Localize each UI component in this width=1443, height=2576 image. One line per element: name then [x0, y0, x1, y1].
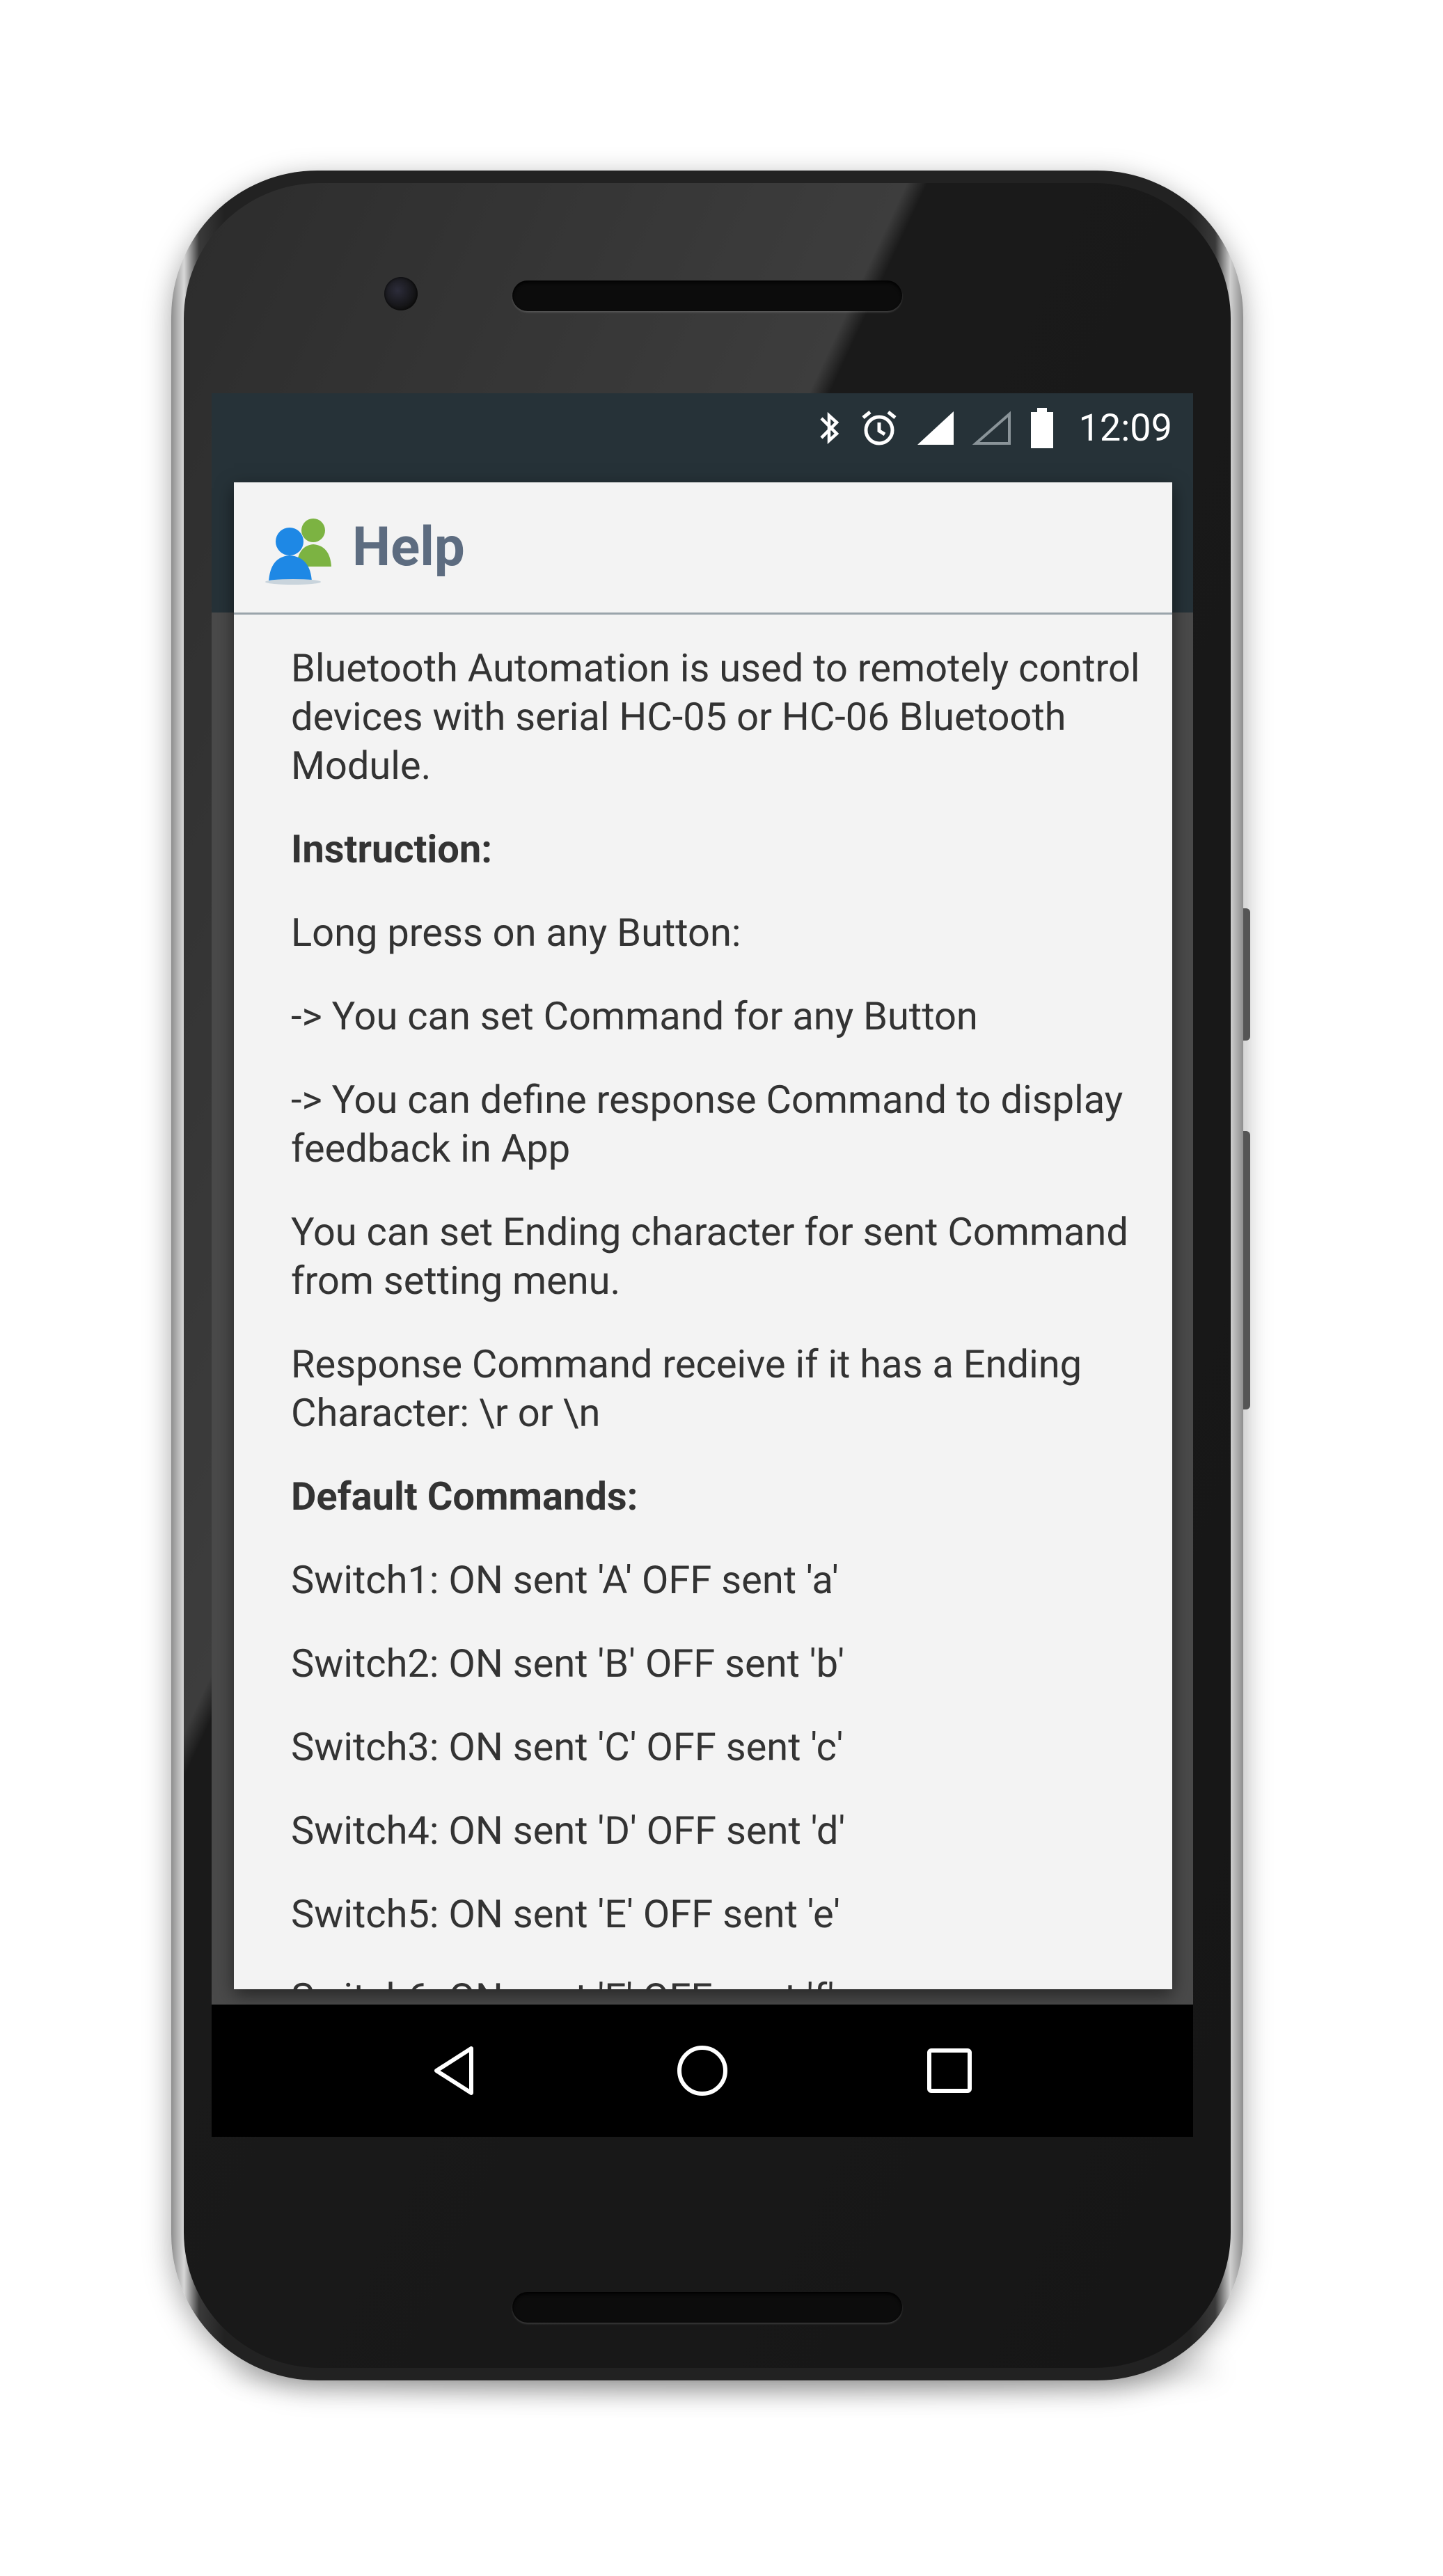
help-paragraph: -> You can set Command for any Button: [291, 993, 978, 1039]
help-paragraph: Switch5: ON sent 'E' OFF sent 'e': [291, 1891, 841, 1937]
help-paragraph: Long press on any Button:: [291, 910, 741, 956]
help-paragraph: Response Command receive if it has a End…: [291, 1341, 1082, 1436]
status-bar: 12:09: [212, 393, 1193, 463]
users-icon: [265, 518, 331, 585]
bottom-speaker: [512, 2292, 902, 2323]
help-paragraph: Bluetooth Automation is used to remotely…: [291, 645, 1140, 789]
help-dialog: Help Bluetooth Automation is used to rem…: [234, 482, 1172, 1989]
signal-empty-icon: [972, 409, 1014, 448]
status-icons: 12:09: [816, 393, 1172, 463]
signal-full-icon: [915, 409, 956, 448]
front-camera: [384, 277, 418, 310]
help-paragraph: You can set Ending character for sent Co…: [291, 1209, 1128, 1304]
help-paragraph: Switch6: ON sent 'F' OFF sent 'f': [291, 1973, 1140, 1989]
bluetooth-icon: [816, 409, 844, 448]
recents-icon[interactable]: [915, 2036, 984, 2105]
power-button: [1243, 908, 1250, 1041]
help-paragraph: Switch2: ON sent 'B' OFF sent 'b': [291, 1641, 845, 1686]
dialog-header: Help: [234, 482, 1172, 615]
volume-button: [1243, 1131, 1250, 1409]
help-paragraph: Switch3: ON sent 'C' OFF sent 'c': [291, 1724, 844, 1770]
help-paragraph: Switch1: ON sent 'A' OFF sent 'a': [291, 1557, 839, 1603]
dialog-title: Help: [352, 516, 465, 579]
help-paragraph: -> You can define response Command to di…: [291, 1077, 1123, 1171]
back-icon[interactable]: [420, 2036, 490, 2105]
status-time: 12:09: [1078, 406, 1172, 450]
navigation-bar: [212, 2005, 1193, 2137]
battery-icon: [1029, 406, 1055, 450]
top-speaker: [512, 280, 902, 311]
alarm-icon: [859, 408, 899, 448]
section-heading: Default Commands:: [291, 1473, 638, 1519]
device-screen: 12:09 Help Bluetooth Automation is used …: [212, 393, 1193, 2137]
section-heading: Instruction:: [291, 826, 493, 872]
dialog-body[interactable]: Bluetooth Automation is used to remotely…: [291, 644, 1140, 1989]
home-icon[interactable]: [668, 2036, 737, 2105]
help-paragraph: Switch4: ON sent 'D' OFF sent 'd': [291, 1808, 846, 1854]
